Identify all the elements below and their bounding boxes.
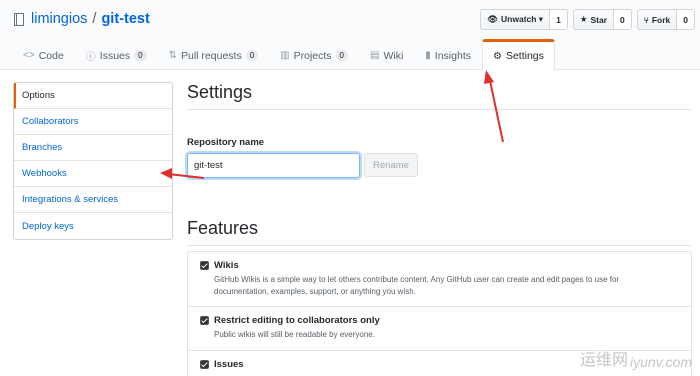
tab-code[interactable]: <> Code: [12, 39, 75, 70]
tab-projects[interactable]: ▥ Projects 0: [269, 39, 359, 70]
feature-title: Restrict editing to collaborators only: [200, 315, 679, 326]
tab-label: Wiki: [383, 49, 404, 62]
settings-menu: Options Collaborators Branches Webhooks …: [13, 82, 173, 240]
tab-label: Issues: [99, 49, 131, 62]
fork-button[interactable]: ⑂ Fork: [636, 9, 678, 30]
watermark-url: iyunv.com: [630, 354, 692, 370]
watermark-text: 运维网: [580, 352, 629, 369]
repo-actions: 👁 Unwatch ▾ 1 ★ Star 0 ⑂ Fork 0: [480, 9, 700, 30]
tab-wiki[interactable]: ▤ Wiki: [359, 39, 414, 70]
menu-item-deploy-keys[interactable]: Deploy keys: [14, 213, 172, 239]
feature-label: Restrict editing to collaborators only: [214, 315, 380, 327]
feature-label: Issues: [214, 358, 244, 370]
tab-label: Pull requests: [181, 49, 242, 62]
feature-description: Public wikis will still be readable by e…: [214, 330, 375, 340]
repo-name-input[interactable]: git-test: [187, 153, 360, 178]
tab-issues[interactable]: ⓘ Issues 0: [75, 39, 158, 70]
menu-item-integrations[interactable]: Integrations & services: [14, 187, 172, 213]
repo-header: limingios / git-test 👁 Unwatch ▾ 1 ★ Sta…: [0, 0, 700, 71]
tab-insights[interactable]: ▮ Insights: [414, 39, 482, 70]
forks-count[interactable]: 0: [677, 9, 695, 30]
repo-owner-link[interactable]: limingios: [31, 11, 87, 27]
tab-label: Insights: [434, 49, 471, 62]
star-button[interactable]: ★ Star: [572, 9, 614, 30]
issues-checkbox[interactable]: [200, 359, 209, 369]
menu-item-branches[interactable]: Branches: [14, 135, 172, 161]
code-icon: <>: [23, 50, 35, 61]
unwatch-label: Unwatch ▾: [501, 14, 544, 24]
tab-label: Settings: [505, 50, 544, 62]
star-icon: ★: [579, 14, 588, 24]
star-group: ★ Star 0: [572, 9, 632, 30]
feature-label: Wikis: [214, 260, 239, 271]
tab-pull-requests[interactable]: ⇅ Pull requests 0: [158, 39, 270, 70]
repo-icon: [14, 12, 24, 26]
fork-icon: ⑂: [643, 14, 649, 25]
feature-title: Wikis: [200, 260, 679, 271]
fork-group: ⑂ Fork 0: [636, 9, 695, 30]
repo-name-row: git-test Rename: [187, 153, 692, 178]
repo-title: limingios / git-test: [14, 11, 150, 27]
star-label: Star: [590, 14, 607, 25]
page-title: Settings: [187, 82, 692, 110]
menu-item-collaborators[interactable]: Collaborators: [14, 109, 172, 135]
repo-tabs: <> Code ⓘ Issues 0 ⇅ Pull requests 0 ▥ P…: [12, 39, 555, 71]
stars-count[interactable]: 0: [614, 9, 632, 30]
features-title: Features: [187, 218, 692, 246]
eye-icon: 👁: [487, 14, 499, 24]
menu-item-webhooks[interactable]: Webhooks: [14, 161, 172, 187]
gear-icon: ⚙: [492, 50, 502, 62]
project-icon: ▥: [280, 50, 290, 61]
pull-request-icon: ⇅: [168, 50, 177, 61]
rename-button[interactable]: Rename: [364, 153, 418, 177]
fork-label: Fork: [651, 14, 671, 25]
tab-settings[interactable]: ⚙ Settings: [481, 39, 555, 71]
tab-counter: 0: [335, 50, 348, 61]
wikis-checkbox[interactable]: [200, 261, 209, 270]
feature-description: GitHub Wikis is a simple way to let othe…: [214, 275, 620, 296]
tab-counter: 0: [134, 50, 147, 61]
unwatch-button[interactable]: 👁 Unwatch ▾: [480, 9, 551, 30]
unwatch-group: 👁 Unwatch ▾ 1: [480, 9, 568, 30]
repo-name-link[interactable]: git-test: [101, 11, 149, 27]
book-icon: ▤: [370, 50, 380, 61]
repo-separator: /: [92, 11, 97, 27]
feature-wikis: Wikis GitHub Wikis is a simple way to le…: [188, 252, 691, 308]
issue-icon: ⓘ: [85, 52, 96, 63]
settings-main: Settings Repository name git-test Rename…: [187, 82, 692, 376]
watchers-count[interactable]: 1: [550, 9, 568, 30]
restrict-editing-checkbox[interactable]: [200, 316, 209, 326]
tab-counter: 0: [245, 50, 259, 61]
watermark: 运维网 iyunv.com: [580, 346, 692, 370]
tab-label: Code: [38, 49, 64, 62]
feature-restrict-editing: Restrict editing to collaborators only P…: [188, 307, 691, 351]
tab-label: Projects: [293, 49, 332, 62]
graph-icon: ▮: [425, 50, 431, 61]
menu-item-options[interactable]: Options: [14, 83, 172, 109]
repo-name-label: Repository name: [187, 137, 265, 148]
